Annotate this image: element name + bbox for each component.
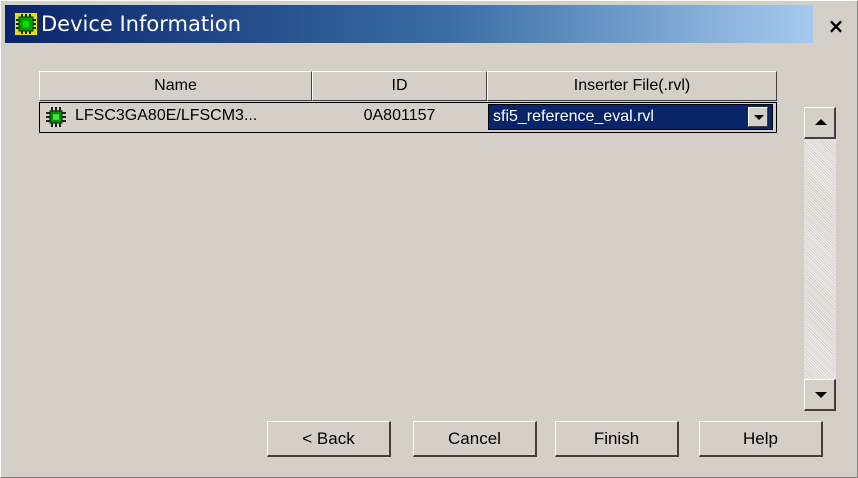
column-header-inserter-file[interactable]: Inserter File(.rvl) <box>487 71 777 101</box>
title-bar[interactable]: Device Information × <box>5 5 853 43</box>
help-button[interactable]: Help <box>699 421 823 457</box>
device-table: Name ID Inserter File(.rvl) LFSC3GA80E/L… <box>39 71 777 137</box>
cancel-button[interactable]: Cancel <box>413 421 537 457</box>
inserter-file-dropdown[interactable]: sfi5_reference_eval.rvl <box>488 104 773 130</box>
column-header-name[interactable]: Name <box>39 71 312 101</box>
finish-button[interactable]: Finish <box>555 421 679 457</box>
scroll-down-button[interactable] <box>804 379 836 411</box>
chip-icon <box>46 107 66 127</box>
back-button[interactable]: < Back <box>267 421 391 457</box>
window-title: Device Information <box>41 12 242 36</box>
inserter-file-value: sfi5_reference_eval.rvl <box>493 108 654 125</box>
vertical-scrollbar[interactable] <box>804 107 836 411</box>
device-information-dialog: Device Information × Name ID Inserter Fi… <box>0 0 858 478</box>
scroll-up-button[interactable] <box>804 107 836 139</box>
column-header-id[interactable]: ID <box>312 71 487 101</box>
device-id-cell: 0A801157 <box>363 107 436 124</box>
device-name-cell: LFSC3GA80E/LFSCM3... <box>75 107 258 124</box>
close-button[interactable]: × <box>825 15 847 37</box>
chip-icon <box>15 13 37 35</box>
chevron-down-icon <box>754 115 764 120</box>
dropdown-arrow-button[interactable] <box>748 107 768 127</box>
arrow-up-icon <box>815 119 827 125</box>
arrow-down-icon <box>815 392 827 398</box>
